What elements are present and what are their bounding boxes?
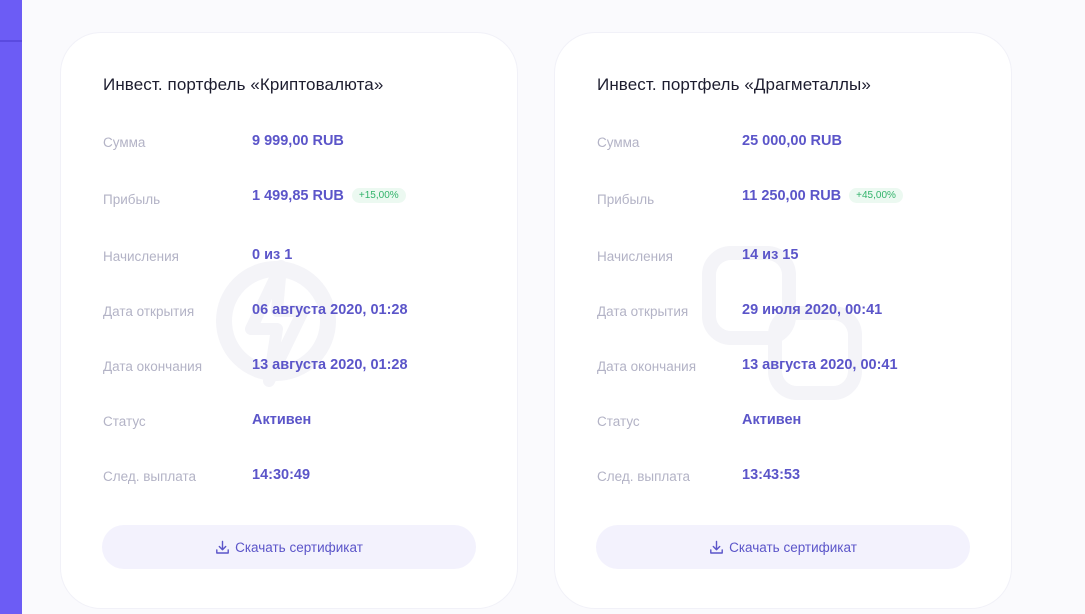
download-icon xyxy=(216,540,229,554)
row-next-payout: След. выплата 14:30:49 xyxy=(103,467,497,489)
row-status: Статус Активен xyxy=(103,412,497,434)
row-end-date: Дата окончания 13 августа 2020, 01:28 xyxy=(103,357,497,379)
portfolio-card-precious-metals: Инвест. портфель «Драгметаллы» Сумма 25 … xyxy=(555,33,1011,608)
row-label: Дата окончания xyxy=(597,359,697,374)
row-label: Прибыль xyxy=(103,192,161,207)
download-certificate-button[interactable]: Скачать сертификат xyxy=(596,525,970,569)
portfolio-card-crypto: Инвест. портфель «Криптовалюта» Сумма 9 … xyxy=(61,33,517,608)
row-value: 13 августа 2020, 00:41 xyxy=(742,357,898,373)
row-value: 25 000,00 RUB xyxy=(742,133,842,149)
row-open-date: Дата открытия 29 июля 2020, 00:41 xyxy=(597,302,991,324)
row-value: 9 999,00 RUB xyxy=(252,133,344,149)
row-sum: Сумма 9 999,00 RUB xyxy=(103,133,497,155)
row-label: Статус xyxy=(103,414,146,429)
download-certificate-label: Скачать сертификат xyxy=(729,539,857,555)
row-profit: Прибыль 11 250,00 RUB +45,00% xyxy=(597,188,991,210)
row-next-payout: След. выплата 13:43:53 xyxy=(597,467,991,489)
row-label: Статус xyxy=(597,414,640,429)
profit-amount: 1 499,85 RUB xyxy=(252,188,344,204)
row-label: Дата открытия xyxy=(103,304,195,319)
download-certificate-label: Скачать сертификат xyxy=(235,539,363,555)
row-value: 14:30:49 xyxy=(252,467,311,483)
row-open-date: Дата открытия 06 августа 2020, 01:28 xyxy=(103,302,497,324)
sidebar-divider xyxy=(0,40,22,42)
row-value: 13:43:53 xyxy=(742,467,801,483)
row-label: Сумма xyxy=(597,135,640,150)
row-value: 13 августа 2020, 01:28 xyxy=(252,357,408,373)
row-label: Дата открытия xyxy=(597,304,689,319)
row-label: След. выплата xyxy=(103,469,197,484)
row-value: Активен xyxy=(742,412,802,428)
row-value: 0 из 1 xyxy=(252,247,293,263)
row-value: 1 499,85 RUB +15,00% xyxy=(252,188,406,204)
sidebar-strip xyxy=(0,0,22,614)
row-accruals: Начисления 0 из 1 xyxy=(103,247,497,269)
row-label: Сумма xyxy=(103,135,146,150)
row-label: Дата окончания xyxy=(103,359,203,374)
row-status: Статус Активен xyxy=(597,412,991,434)
row-sum: Сумма 25 000,00 RUB xyxy=(597,133,991,155)
row-value: 06 августа 2020, 01:28 xyxy=(252,302,408,318)
card-title: Инвест. портфель «Криптовалюта» xyxy=(103,75,384,94)
profit-amount: 11 250,00 RUB xyxy=(742,188,842,204)
card-title: Инвест. портфель «Драгметаллы» xyxy=(597,75,871,94)
row-value: 29 июля 2020, 00:41 xyxy=(742,302,883,318)
row-profit: Прибыль 1 499,85 RUB +15,00% xyxy=(103,188,497,210)
row-value: 11 250,00 RUB +45,00% xyxy=(742,188,903,204)
row-label: Начисления xyxy=(103,249,179,264)
profit-percent-badge: +45,00% xyxy=(849,188,903,203)
row-end-date: Дата окончания 13 августа 2020, 00:41 xyxy=(597,357,991,379)
row-label: След. выплата xyxy=(597,469,691,484)
download-certificate-button[interactable]: Скачать сертификат xyxy=(102,525,476,569)
row-label: Начисления xyxy=(597,249,673,264)
row-value: Активен xyxy=(252,412,312,428)
profit-percent-badge: +15,00% xyxy=(351,188,406,203)
row-value: 14 из 15 xyxy=(742,247,799,263)
download-icon xyxy=(710,540,723,554)
row-label: Прибыль xyxy=(597,192,655,207)
row-accruals: Начисления 14 из 15 xyxy=(597,247,991,269)
